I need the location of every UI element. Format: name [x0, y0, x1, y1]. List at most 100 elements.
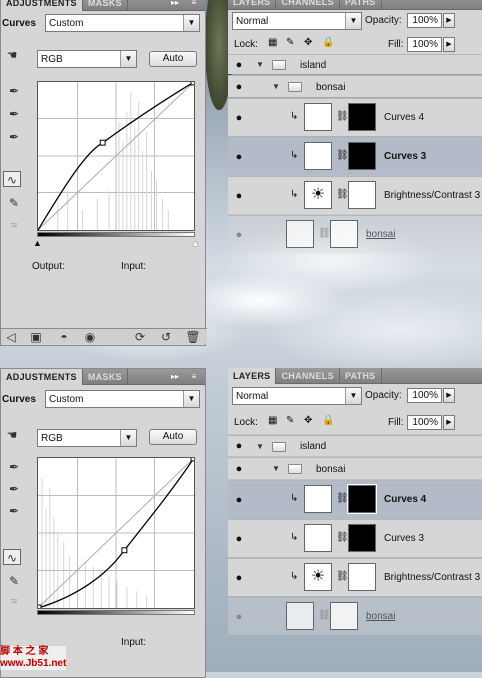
clip-layer-icon[interactable]: ▣: [27, 329, 45, 345]
eye-icon[interactable]: ●: [231, 80, 247, 94]
curves-graph-top[interactable]: [37, 81, 195, 231]
lock-position-icon[interactable]: ✥: [304, 37, 312, 48]
chevron-down-icon[interactable]: ▼: [272, 464, 280, 473]
blend-mode-select[interactable]: Normal ▼: [232, 12, 362, 30]
tab-adjustments[interactable]: ADJUSTMENTS: [1, 368, 83, 385]
panel-menu-icon[interactable]: ≡: [186, 0, 202, 9]
fill-arrow-icon[interactable]: ▶: [443, 37, 455, 52]
layer-row-island[interactable]: ● ▼ island: [228, 435, 482, 456]
layer-row-bonsai[interactable]: ● ⛓ bonsai: [228, 597, 482, 635]
chevron-down-icon[interactable]: ▼: [256, 60, 264, 69]
eye-icon[interactable]: ●: [231, 610, 247, 624]
layer-row-bonsai-group[interactable]: ● ▼ bonsai: [228, 457, 482, 479]
auto-button[interactable]: Auto: [149, 51, 197, 67]
opacity-arrow-icon[interactable]: ▶: [443, 13, 455, 28]
fill-input[interactable]: 100%: [407, 37, 442, 52]
eye-icon[interactable]: ●: [231, 493, 247, 507]
layer-row-curves-3[interactable]: ● ↳ ⛓ Curves 3: [228, 137, 482, 175]
reset-icon[interactable]: ↺: [157, 329, 175, 345]
link-icon[interactable]: ⛓: [336, 571, 349, 582]
channel-select[interactable]: RGB ▼: [37, 50, 137, 68]
preset-select[interactable]: Custom ▼: [45, 14, 200, 32]
curve-point-icon[interactable]: ∿: [3, 549, 21, 565]
layer-row-curves-4[interactable]: ● ↳ ⛓ Curves 4: [228, 98, 482, 136]
link-icon[interactable]: ⛓: [336, 111, 349, 122]
auto-button[interactable]: Auto: [149, 429, 197, 445]
channel-select[interactable]: RGB ▼: [37, 429, 137, 447]
gray-eyedropper-icon[interactable]: ✒: [5, 481, 23, 497]
tab-channels[interactable]: CHANNELS: [276, 0, 340, 10]
lock-image-icon[interactable]: ✎: [286, 37, 294, 48]
visibility-state-icon[interactable]: ◓: [55, 329, 73, 345]
white-eyedropper-icon[interactable]: ✒: [5, 503, 23, 519]
opacity-input[interactable]: 100%: [407, 388, 442, 403]
layer-row-brightness-contrast-3[interactable]: ● ↳ ☀ ⛓ Brightness/Contrast 3: [228, 558, 482, 596]
eye-icon[interactable]: ●: [231, 462, 247, 476]
white-eyedropper-icon[interactable]: ✒: [5, 129, 23, 145]
fill-input[interactable]: 100%: [407, 415, 442, 430]
lock-all-icon[interactable]: 🔒: [322, 415, 334, 426]
black-eyedropper-icon[interactable]: ✒: [5, 459, 23, 475]
tab-channels[interactable]: CHANNELS: [276, 367, 340, 384]
layer-row-curves-4[interactable]: ● ↳ ⛓ Curves 4: [228, 480, 482, 518]
curve-point-icon[interactable]: ∿: [3, 171, 21, 187]
view-previous-icon[interactable]: ⟳: [131, 329, 149, 345]
eye-icon[interactable]: ●: [231, 228, 247, 242]
tab-adjustments[interactable]: ADJUSTMENTS: [1, 0, 83, 11]
link-icon[interactable]: ⛓: [336, 150, 349, 161]
collapse-icon[interactable]: ▸▸: [167, 0, 183, 9]
tab-layers[interactable]: LAYERS: [228, 367, 277, 384]
layer-row-bonsai-group[interactable]: ● ▼ bonsai: [228, 75, 482, 97]
eye-icon[interactable]: ●: [231, 532, 247, 546]
link-icon[interactable]: ⛓: [336, 189, 349, 200]
tab-layers[interactable]: LAYERS: [228, 0, 277, 10]
fill-arrow-icon[interactable]: ▶: [443, 415, 455, 430]
preset-select[interactable]: Custom ▼: [45, 390, 200, 408]
trash-icon[interactable]: 🗑: [184, 329, 202, 345]
curves-graph-bottom[interactable]: [37, 457, 195, 609]
lock-transparent-icon[interactable]: ▦: [268, 415, 277, 426]
eye-icon[interactable]: ●: [231, 111, 247, 125]
white-slider-handle[interactable]: ▲: [191, 238, 200, 248]
tab-masks[interactable]: MASKS: [83, 368, 128, 385]
panel-menu-icon[interactable]: ≡: [186, 371, 202, 383]
collapse-icon[interactable]: ▸▸: [167, 371, 183, 383]
lock-image-icon[interactable]: ✎: [286, 415, 294, 426]
gray-eyedropper-icon[interactable]: ✒: [5, 106, 23, 122]
eye-icon[interactable]: ●: [231, 58, 247, 72]
layer-mask-thumbnail: [347, 484, 377, 514]
link-icon[interactable]: ⛓: [318, 228, 331, 239]
lock-transparent-icon[interactable]: ▦: [268, 37, 277, 48]
black-slider-handle[interactable]: ▲: [33, 238, 42, 248]
hand-adjust-icon[interactable]: ☚: [3, 427, 21, 443]
lock-all-icon[interactable]: 🔒: [322, 37, 334, 48]
back-arrow-icon[interactable]: ◁: [2, 329, 20, 345]
smooth-icon[interactable]: ≈: [5, 593, 23, 609]
opacity-arrow-icon[interactable]: ▶: [443, 388, 455, 403]
black-eyedropper-icon[interactable]: ✒: [5, 83, 23, 99]
eye-icon[interactable]: ●: [231, 571, 247, 585]
tab-paths[interactable]: PATHS: [340, 0, 382, 10]
layer-row-island[interactable]: ● ▼ island: [228, 54, 482, 74]
opacity-input[interactable]: 100%: [407, 13, 442, 28]
layer-row-brightness-contrast-3[interactable]: ● ↳ ☀ ⛓ Brightness/Contrast 3: [228, 176, 482, 214]
tab-paths[interactable]: PATHS: [340, 367, 382, 384]
link-icon[interactable]: ⛓: [318, 610, 331, 621]
chevron-down-icon[interactable]: ▼: [256, 442, 264, 451]
chevron-down-icon[interactable]: ▼: [272, 82, 280, 91]
eye-icon[interactable]: ●: [231, 439, 247, 453]
lock-position-icon[interactable]: ✥: [304, 415, 312, 426]
layer-row-curves-3[interactable]: ● ↳ ⛓ Curves 3: [228, 519, 482, 557]
hand-adjust-icon[interactable]: ☚: [3, 47, 21, 63]
blend-mode-select[interactable]: Normal ▼: [232, 387, 362, 405]
pencil-icon[interactable]: ✎: [5, 195, 23, 211]
eye-icon[interactable]: ●: [231, 189, 247, 203]
eye-icon[interactable]: ◉: [81, 329, 99, 345]
smooth-icon[interactable]: ≈: [5, 217, 23, 233]
pencil-icon[interactable]: ✎: [5, 573, 23, 589]
layer-row-bonsai[interactable]: ● ⛓ bonsai: [228, 215, 482, 253]
link-icon[interactable]: ⛓: [336, 532, 349, 543]
link-icon[interactable]: ⛓: [336, 493, 349, 504]
tab-masks[interactable]: MASKS: [83, 0, 128, 11]
eye-icon[interactable]: ●: [231, 150, 247, 164]
